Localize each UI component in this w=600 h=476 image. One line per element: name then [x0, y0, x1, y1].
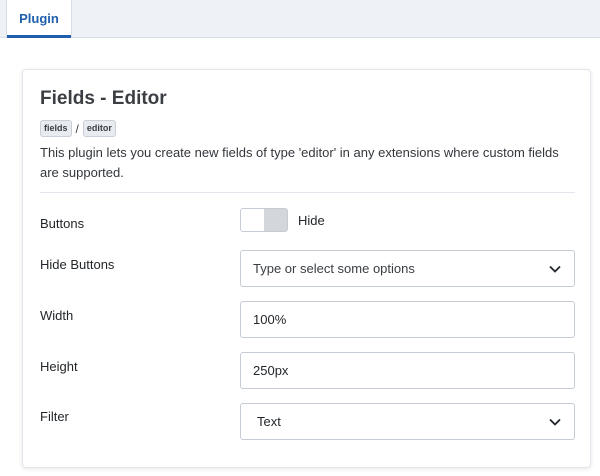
hide-buttons-select[interactable]: Type or select some options: [240, 250, 575, 287]
content-area: Fields - Editor fields / editor This plu…: [0, 38, 600, 476]
width-label: Width: [40, 308, 74, 323]
page-title: Fields - Editor: [40, 88, 167, 109]
plugin-description: This plugin lets you create new fields o…: [40, 145, 559, 180]
buttons-toggle[interactable]: [240, 208, 288, 232]
toggle-knob: [264, 209, 287, 231]
height-input[interactable]: [240, 352, 575, 389]
plugin-tags: fields / editor: [40, 120, 116, 137]
filter-select[interactable]: Text: [240, 403, 575, 440]
chevron-down-icon: [548, 262, 562, 276]
hide-buttons-placeholder: Type or select some options: [253, 261, 415, 276]
tag-separator: /: [75, 121, 79, 136]
hide-buttons-label: Hide Buttons: [40, 257, 115, 272]
chevron-down-icon: [548, 415, 562, 429]
tag-fields: fields: [40, 120, 72, 137]
plugin-card: Fields - Editor fields / editor This plu…: [22, 69, 591, 468]
buttons-label: Buttons: [40, 216, 85, 231]
tab-plugin[interactable]: Plugin: [6, 0, 72, 38]
height-label: Height: [40, 359, 78, 374]
filter-selected-value: Text: [257, 414, 281, 429]
buttons-toggle-state: Hide: [298, 213, 325, 228]
width-input[interactable]: [240, 301, 575, 338]
tag-editor: editor: [82, 120, 116, 137]
toggle-off-segment: [241, 209, 264, 231]
tab-bar: Plugin: [0, 0, 600, 38]
divider: [40, 192, 575, 193]
tab-plugin-label: Plugin: [19, 11, 59, 26]
filter-label: Filter: [40, 409, 69, 424]
